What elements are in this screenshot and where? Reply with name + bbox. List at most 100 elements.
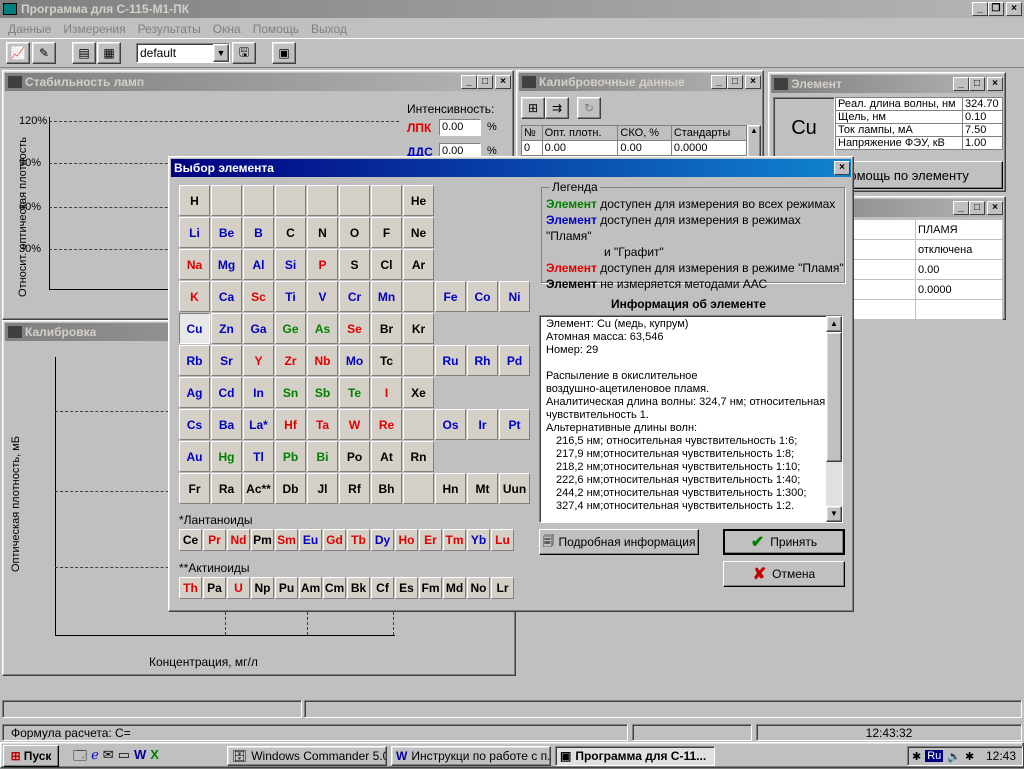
element-in[interactable]: In [243, 377, 274, 408]
element-ge[interactable]: Ge [275, 313, 306, 344]
element-jl[interactable]: Jl [307, 473, 338, 504]
outlook-icon[interactable]: ✉ [103, 747, 114, 765]
element-eu[interactable]: Eu [299, 529, 322, 551]
element-pm[interactable]: Pm [251, 529, 274, 551]
element-se[interactable]: Se [339, 313, 370, 344]
menu-measure[interactable]: Измерения [57, 22, 131, 36]
element-cd[interactable]: Cd [211, 377, 242, 408]
lpk-input[interactable]: 0.00 [439, 119, 481, 136]
element-ta[interactable]: Ta [307, 409, 338, 440]
param-value[interactable]: 0.0000 [915, 279, 1003, 300]
table-icon[interactable]: ▦ [97, 42, 121, 64]
element-lr[interactable]: Lr [491, 577, 514, 599]
menu-windows[interactable]: Окна [207, 22, 247, 36]
element-sc[interactable]: Sc [243, 281, 274, 312]
element-n[interactable]: N [307, 217, 338, 248]
menu-data[interactable]: Данные [2, 22, 57, 36]
element-sm[interactable]: Sm [275, 529, 298, 551]
element-ce[interactable]: Ce [179, 529, 202, 551]
element-gd[interactable]: Gd [323, 529, 346, 551]
element-u[interactable]: U [227, 577, 250, 599]
element-zn[interactable]: Zn [211, 313, 242, 344]
bug-icon[interactable]: ✱ [912, 750, 921, 763]
element-th[interactable]: Th [179, 577, 202, 599]
element-dy[interactable]: Dy [371, 529, 394, 551]
element-ar[interactable]: Ar [403, 249, 434, 280]
element-minimize-button[interactable]: _ [953, 77, 969, 91]
info-scrollbar[interactable]: ▲ ▼ [826, 316, 842, 522]
element-md[interactable]: Md [443, 577, 466, 599]
element-hf[interactable]: Hf [275, 409, 306, 440]
param-value[interactable]: отключена [915, 239, 1003, 260]
element-ga[interactable]: Ga [243, 313, 274, 344]
element-kr[interactable]: Kr [403, 313, 434, 344]
element-ba[interactable]: Ba [211, 409, 242, 440]
speaker-icon[interactable]: 🔈 [947, 750, 961, 763]
element-fr[interactable]: Fr [179, 473, 210, 504]
element-y[interactable]: Y [243, 345, 274, 376]
element-p[interactable]: P [307, 249, 338, 280]
element-pd[interactable]: Pd [499, 345, 530, 376]
element-s[interactable]: S [339, 249, 370, 280]
edit-icon[interactable]: ✎ [32, 42, 56, 64]
main-restore-button[interactable]: ❐ [988, 2, 1004, 16]
start-button[interactable]: ⊞ Пуск [3, 745, 59, 767]
element-rb[interactable]: Rb [179, 345, 210, 376]
element-re[interactable]: Re [371, 409, 402, 440]
add-point-icon[interactable]: ⇉ [545, 97, 569, 119]
excel-icon[interactable]: X [150, 747, 159, 765]
element-na[interactable]: Na [179, 249, 210, 280]
grid-tool-icon[interactable]: ⊞ [521, 97, 545, 119]
params-close-button[interactable]: × [987, 201, 1003, 215]
scroll-down-icon[interactable]: ▼ [826, 506, 842, 522]
element-ra[interactable]: Ra [211, 473, 242, 504]
element-ne[interactable]: Ne [403, 217, 434, 248]
desktop-icon[interactable]: ▭ [118, 747, 130, 765]
param-value[interactable]: ПЛАМЯ [915, 219, 1003, 240]
param-value[interactable] [915, 299, 1003, 320]
menu-results[interactable]: Результаты [132, 22, 207, 36]
element-sb[interactable]: Sb [307, 377, 338, 408]
task-instructions[interactable]: W Инструкци по работе с п... [391, 746, 551, 766]
element-au[interactable]: Au [179, 441, 210, 472]
element-hg[interactable]: Hg [211, 441, 242, 472]
element-o[interactable]: O [339, 217, 370, 248]
element-pb[interactable]: Pb [275, 441, 306, 472]
element-xe[interactable]: Xe [403, 377, 434, 408]
ie-icon[interactable]: ℯ [91, 747, 99, 765]
element-help-button[interactable]: Помощь по элементу [835, 161, 1003, 189]
refresh-icon[interactable]: ↻ [577, 97, 601, 119]
chart-icon[interactable]: 📈 [6, 42, 30, 64]
calib-minimize-button[interactable]: _ [711, 75, 727, 89]
prop-value[interactable]: 7.50 [961, 123, 1004, 137]
network-icon[interactable]: ✱ [965, 750, 974, 763]
element-pa[interactable]: Pa [203, 577, 226, 599]
element-bk[interactable]: Bk [347, 577, 370, 599]
explorer-icon[interactable]: 🗔 [73, 747, 87, 765]
element-db[interactable]: Db [275, 473, 306, 504]
main-close-button[interactable]: × [1006, 2, 1022, 16]
param-value[interactable]: 0.00 [915, 259, 1003, 280]
element-he[interactable]: He [403, 185, 434, 216]
element-lu[interactable]: Lu [491, 529, 514, 551]
element-er[interactable]: Er [419, 529, 442, 551]
element-cf[interactable]: Cf [371, 577, 394, 599]
save-profile-icon[interactable]: 🖫 [232, 42, 256, 64]
element-la[interactable]: La* [243, 409, 274, 440]
element-es[interactable]: Es [395, 577, 418, 599]
element-sn[interactable]: Sn [275, 377, 306, 408]
calib-scrollbar[interactable]: ▲ [747, 125, 761, 159]
main-minimize-button[interactable]: _ [972, 2, 988, 16]
element-cu[interactable]: Cu [179, 313, 210, 344]
element-po[interactable]: Po [339, 441, 370, 472]
scroll-thumb[interactable] [826, 332, 842, 462]
element-br[interactable]: Br [371, 313, 402, 344]
element-zr[interactable]: Zr [275, 345, 306, 376]
element-nb[interactable]: Nb [307, 345, 338, 376]
element-ni[interactable]: Ni [499, 281, 530, 312]
element-as[interactable]: As [307, 313, 338, 344]
element-be[interactable]: Be [211, 217, 242, 248]
prop-value[interactable]: 0.10 [961, 110, 1004, 124]
word-icon[interactable]: W [134, 747, 146, 765]
language-indicator[interactable]: Ru [925, 750, 944, 762]
